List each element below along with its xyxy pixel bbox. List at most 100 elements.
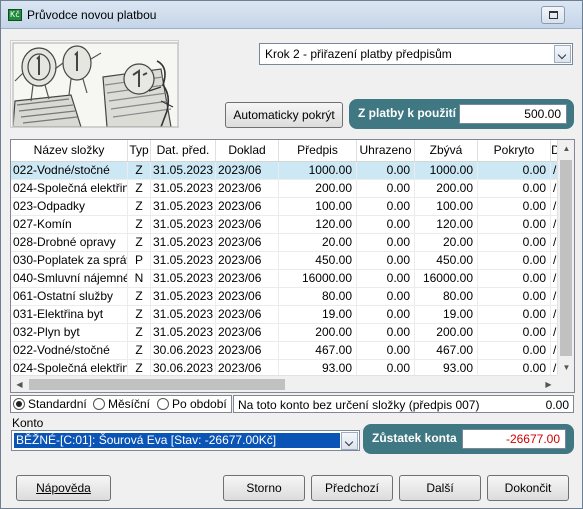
next-button[interactable]: Další	[399, 475, 481, 501]
table-row[interactable]: 031-Elektřina byt Z 31.05.2023 2023/06 19.00…	[11, 306, 561, 324]
table-cell: 0.00	[478, 342, 551, 359]
konto-select[interactable]: BĚŽNÉ-[C:01]: Šourová Eva [Stav: -26677.…	[11, 430, 360, 451]
maximize-button[interactable]	[541, 6, 565, 24]
finish-button[interactable]: Dokončit	[487, 475, 569, 501]
table-cell: Z	[128, 216, 151, 233]
table-cell: Z	[128, 198, 151, 215]
table-cell: 0.00	[478, 306, 551, 323]
table-cell: 2023/06	[216, 162, 279, 179]
table-row[interactable]: 024-Společná elektřina Z 31.05.2023 2023/06…	[11, 180, 561, 198]
table-cell: 061-Ostatní služby	[11, 288, 128, 305]
table-cell: 100.00	[279, 198, 357, 215]
chevron-down-icon[interactable]	[554, 45, 571, 63]
unassigned-account-value: 0.00	[545, 398, 569, 412]
table-cell: 200.00	[279, 180, 357, 197]
table-cell: 16000.00	[279, 270, 357, 287]
table-cell: Z	[128, 342, 151, 359]
column-header[interactable]: Zbývá	[415, 140, 478, 161]
table-cell: 032-Plyn byt	[11, 324, 128, 341]
table-cell: N	[128, 270, 151, 287]
table-cell: 0.00	[357, 162, 415, 179]
table-cell: 80.00	[279, 288, 357, 305]
table-cell: 31.05.2023	[151, 288, 216, 305]
table-cell: 120.00	[415, 216, 478, 233]
table-cell: 0.00	[478, 162, 551, 179]
horizontal-scrollbar[interactable]: ◀ ▶	[11, 375, 557, 392]
table-cell: 0.00	[478, 288, 551, 305]
scroll-left-icon[interactable]: ◀	[11, 376, 28, 392]
table-cell: Z	[128, 288, 151, 305]
column-header[interactable]: Název složky	[11, 140, 128, 161]
column-header[interactable]: Dat. před.	[151, 140, 216, 161]
table-row[interactable]: 023-Odpadky Z 31.05.2023 2023/06 100.00 0.00 1…	[11, 198, 561, 216]
maximize-icon	[549, 11, 558, 19]
table-cell: 0.00	[357, 306, 415, 323]
help-button[interactable]: Nápověda	[16, 475, 111, 501]
radio-standard[interactable]: Standardní	[13, 397, 87, 411]
table-cell: 028-Drobné opravy	[11, 234, 128, 251]
table-row[interactable]: 027-Komín Z 31.05.2023 2023/06 120.00 0.00 120…	[11, 216, 561, 234]
unassigned-account-label: Na toto konto bez určení složky (předpis…	[238, 398, 480, 412]
radio-dot[interactable]	[93, 398, 105, 410]
chevron-down-icon[interactable]	[341, 432, 358, 450]
table-cell: 80.00	[415, 288, 478, 305]
step-select-value: Krok 2 - přiřazení platby předpisům	[265, 47, 452, 61]
table-cell: 31.05.2023	[151, 198, 216, 215]
table-cell: 20.00	[279, 234, 357, 251]
table-cell: 0.00	[357, 324, 415, 341]
app-icon: Kč	[8, 9, 22, 21]
payment-to-use-field[interactable]: 500.00	[459, 104, 567, 124]
column-header[interactable]: Typ	[128, 140, 151, 161]
radio-by-period[interactable]: Po období	[157, 397, 227, 411]
table-cell: 2023/06	[216, 216, 279, 233]
auto-cover-button[interactable]: Automaticky pokrýt	[225, 102, 343, 128]
table-cell: P	[128, 252, 151, 269]
table-cell: 0.00	[357, 252, 415, 269]
table-cell: 0.00	[357, 198, 415, 215]
konto-label: Konto	[12, 416, 44, 430]
payment-to-use-label: Z platby k použití	[358, 106, 456, 120]
table-row[interactable]: 032-Plyn byt Z 31.05.2023 2023/06 200.00 0.00…	[11, 324, 561, 342]
column-header[interactable]: Předpis	[279, 140, 357, 161]
radio-dot[interactable]	[157, 398, 169, 410]
column-header[interactable]: Uhrazeno	[357, 140, 415, 161]
table-cell: 31.05.2023	[151, 180, 216, 197]
table-cell: 16000.00	[415, 270, 478, 287]
horizontal-scroll-thumb[interactable]	[29, 379, 285, 390]
vertical-scrollbar[interactable]: ▲ ▼	[557, 140, 574, 376]
title-bar: Kč Průvodce novou platbou	[1, 1, 582, 29]
table-cell: 19.00	[279, 306, 357, 323]
vertical-scroll-thumb[interactable]	[560, 160, 572, 356]
step-select[interactable]: Krok 2 - přiřazení platby předpisům	[259, 43, 573, 65]
table-cell: 0.00	[357, 288, 415, 305]
table-row[interactable]: 022-Vodné/stočné Z 31.05.2023 2023/06 1000.0…	[11, 162, 561, 180]
table-cell: Z	[128, 234, 151, 251]
table-row[interactable]: 061-Ostatní služby Z 31.05.2023 2023/06 80.0…	[11, 288, 561, 306]
table-row[interactable]: 028-Drobné opravy Z 31.05.2023 2023/06 20.00…	[11, 234, 561, 252]
table-cell: 2023/06	[216, 306, 279, 323]
table-cell: 2023/06	[216, 234, 279, 251]
scroll-right-icon[interactable]: ▶	[540, 376, 557, 392]
scroll-down-icon[interactable]: ▼	[558, 359, 574, 376]
column-header[interactable]: Doklad	[216, 140, 279, 161]
table-row[interactable]: 040-Smluvní nájemné N 31.05.2023 2023/06 160…	[11, 270, 561, 288]
scroll-up-icon[interactable]: ▲	[558, 140, 574, 157]
table-row[interactable]: 030-Poplatek za správu P 31.05.2023 2023/06…	[11, 252, 561, 270]
table-cell: 2023/06	[216, 270, 279, 287]
radio-monthly[interactable]: Měsíční	[93, 397, 150, 411]
table-cell: 0.00	[478, 270, 551, 287]
window-title: Průvodce novou platbou	[27, 8, 157, 22]
scroll-corner	[557, 375, 574, 392]
table-cell: 030-Poplatek za správu	[13, 252, 128, 269]
table-cell: 31.05.2023	[151, 252, 216, 269]
table-cell: 040-Smluvní nájemné	[13, 270, 128, 287]
table-cell: 31.05.2023	[151, 270, 216, 287]
previous-button[interactable]: Předchozí	[311, 475, 393, 501]
table-cell: 2023/06	[216, 288, 279, 305]
radio-dot[interactable]	[13, 398, 25, 410]
table-row[interactable]: 022-Vodné/stočné Z 30.06.2023 2023/06 467.00…	[11, 342, 561, 360]
column-header[interactable]: Pokryto	[478, 140, 551, 161]
konto-select-value: BĚŽNÉ-[C:01]: Šourová Eva [Stav: -26677.…	[14, 433, 340, 448]
cancel-button[interactable]: Storno	[223, 475, 305, 501]
table-cell: 0.00	[357, 216, 415, 233]
